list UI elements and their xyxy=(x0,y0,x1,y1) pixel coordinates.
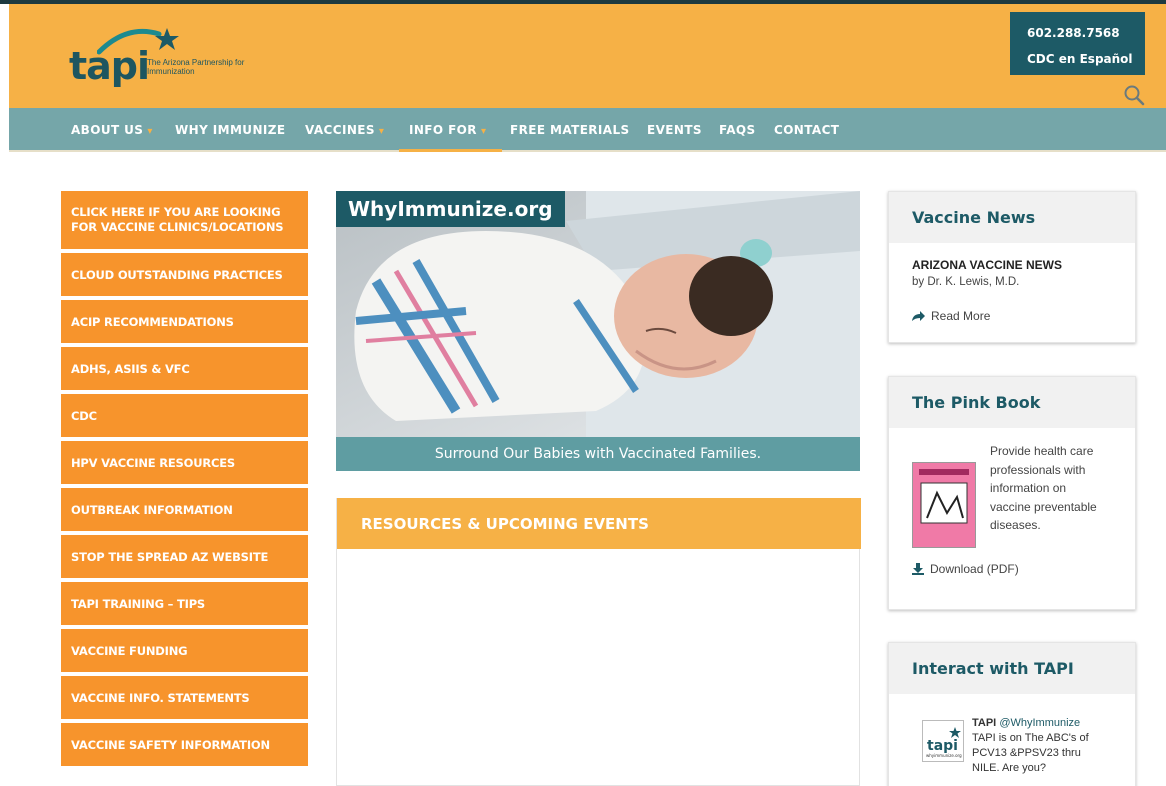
avatar[interactable]: tapi whyimmunize.org xyxy=(922,720,964,762)
nav-item-label: ABOUT US xyxy=(71,123,144,137)
sidebar-item-stop-spread[interactable]: STOP THE SPREAD AZ WEBSITE xyxy=(61,535,308,578)
share-arrow-icon xyxy=(912,310,925,321)
nav-item-events[interactable]: EVENTS xyxy=(647,108,702,152)
nav-item-label: FREE MATERIALS xyxy=(510,123,630,137)
tweet-text: TAPI @WhyImmunize TAPI is on The ABC's o… xyxy=(972,716,1102,776)
nav-item-contact[interactable]: CONTACT xyxy=(774,108,839,152)
nav-item-label: CONTACT xyxy=(774,123,840,137)
nav-item-label: FAQS xyxy=(719,123,756,137)
interact-heading: Interact with TAPI xyxy=(889,643,1135,694)
sidebar-item-acip[interactable]: ACIP RECOMMENDATIONS xyxy=(61,300,308,343)
tweet-handle[interactable]: @WhyImmunize xyxy=(999,717,1080,729)
sidebar-item-outbreak[interactable]: OUTBREAK INFORMATION xyxy=(61,488,308,531)
search-icon[interactable] xyxy=(1123,84,1145,106)
sidebar-item-vaccine-info[interactable]: VACCINE INFO. STATEMENTS xyxy=(61,676,308,719)
vaccine-news-heading: Vaccine News xyxy=(889,192,1135,243)
vaccine-news-widget: Vaccine News ARIZONA VACCINE NEWS by Dr.… xyxy=(888,191,1136,343)
download-label: Download (PDF) xyxy=(930,562,1019,576)
nav-item-label: EVENTS xyxy=(647,123,702,137)
site-logo[interactable]: tapi The Arizona Partnership for Immuniz… xyxy=(69,18,259,88)
contact-box: 602.288.7568 CDC en Español xyxy=(1010,12,1145,75)
site-header: tapi The Arizona Partnership for Immuniz… xyxy=(9,4,1166,108)
sidebar-item-adhs[interactable]: ADHS, ASIIS & VFC xyxy=(61,347,308,390)
nav-item-info-for[interactable]: INFO FOR ▾ xyxy=(409,108,486,152)
news-byline: by Dr. K. Lewis, M.D. xyxy=(912,276,1020,288)
sidebar: CLICK HERE IF YOU ARE LOOKING FOR VACCIN… xyxy=(61,191,308,770)
nav-item-label: INFO FOR xyxy=(409,123,477,137)
hero-caption: Surround Our Babies with Vaccinated Fami… xyxy=(336,437,860,471)
nav-active-indicator xyxy=(399,149,502,152)
sleeping-baby-illustration xyxy=(336,191,860,437)
resources-panel: RESOURCES & UPCOMING EVENTS xyxy=(336,498,861,786)
vaccine-news-body: ARIZONA VACCINE NEWS by Dr. K. Lewis, M.… xyxy=(889,243,1135,338)
phone-number[interactable]: 602.288.7568 xyxy=(1027,23,1145,43)
interact-body: tapi whyimmunize.org TAPI @WhyImmunize T… xyxy=(889,694,1135,786)
interact-widget: Interact with TAPI tapi whyimmunize.org … xyxy=(888,642,1136,786)
nav-item-faqs[interactable]: FAQS xyxy=(719,108,756,152)
hero-title: WhyImmunize.org xyxy=(336,191,565,227)
nav-item-label: VACCINES xyxy=(305,123,375,137)
sidebar-item-vaccine-funding[interactable]: VACCINE FUNDING xyxy=(61,629,308,672)
tweet-card[interactable]: tapi whyimmunize.org TAPI @WhyImmunize T… xyxy=(912,716,1112,776)
chevron-down-icon: ▾ xyxy=(480,126,487,137)
logo-wordmark: tapi xyxy=(69,44,150,88)
pink-book-widget: The Pink Book Provide health care profes… xyxy=(888,376,1136,610)
nav-item-label: WHY IMMUNIZE xyxy=(175,123,286,137)
pink-book-cover[interactable] xyxy=(912,462,976,548)
pink-book-body: Provide health care professionals with i… xyxy=(889,428,1135,591)
sidebar-item-vaccine-safety[interactable]: VACCINE SAFETY INFORMATION xyxy=(61,723,308,766)
logo-tagline: The Arizona Partnership for Immunization xyxy=(147,58,245,76)
sidebar-item-vaccine-clinics[interactable]: CLICK HERE IF YOU ARE LOOKING FOR VACCIN… xyxy=(61,191,308,249)
sidebar-item-hpv[interactable]: HPV VACCINE RESOURCES xyxy=(61,441,308,484)
nav-item-vaccines[interactable]: VACCINES ▾ xyxy=(305,108,384,152)
hero-banner[interactable]: WhyImmunize.org Surround Our Babies with… xyxy=(336,191,860,471)
avatar-wordmark: tapi xyxy=(927,738,958,754)
pink-book-heading: The Pink Book xyxy=(889,377,1135,428)
spanish-link[interactable]: CDC en Español xyxy=(1027,49,1145,69)
tweet-author[interactable]: TAPI xyxy=(972,717,996,729)
pink-book-description: Provide health care professionals with i… xyxy=(990,444,1097,532)
nav-item-free-materials[interactable]: FREE MATERIALS xyxy=(510,108,630,152)
hero-image xyxy=(336,191,860,437)
main-nav: ABOUT US ▾ WHY IMMUNIZE VACCINES ▾ INFO FO… xyxy=(9,108,1166,152)
read-more-label: Read More xyxy=(931,309,991,323)
chevron-down-icon: ▾ xyxy=(147,126,153,137)
news-article-title[interactable]: ARIZONA VACCINE NEWS xyxy=(912,258,1112,272)
sidebar-item-cloud-practices[interactable]: CLOUD OUTSTANDING PRACTICES xyxy=(61,253,308,296)
sidebar-item-cdc[interactable]: CDC xyxy=(61,394,308,437)
download-icon xyxy=(912,563,924,575)
chevron-down-icon: ▾ xyxy=(378,126,385,137)
tweet-body: TAPI is on The ABC's of PCV13 &PPSV23 th… xyxy=(972,732,1089,774)
resources-heading: RESOURCES & UPCOMING EVENTS xyxy=(337,498,861,549)
avatar-site: whyimmunize.org xyxy=(926,753,962,758)
nav-item-about-us[interactable]: ABOUT US ▾ xyxy=(71,108,153,152)
nav-item-why-immunize[interactable]: WHY IMMUNIZE xyxy=(175,108,285,152)
read-more-link[interactable]: Read More xyxy=(912,309,1112,323)
sidebar-item-tapi-training[interactable]: TAPI TRAINING – TIPS xyxy=(61,582,308,625)
download-pdf-link[interactable]: Download (PDF) xyxy=(912,562,1112,576)
